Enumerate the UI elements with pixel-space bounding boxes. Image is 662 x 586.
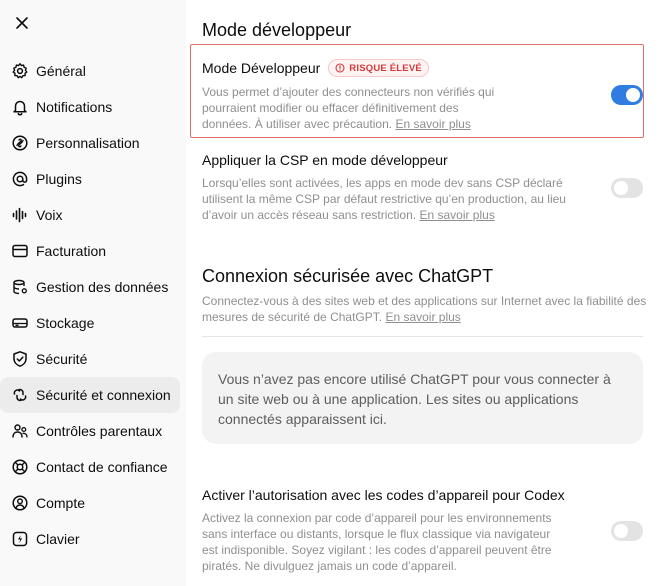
- database-icon: [10, 277, 30, 297]
- bell-icon: [10, 97, 30, 117]
- csp-desc-text: Lorsqu’elles sont activées, les apps en …: [202, 176, 566, 222]
- dev-mode-description: Vous permet d’ajouter des connecteurs no…: [202, 84, 502, 132]
- connected-sites-empty-state: Vous n’avez pas encore utilisé ChatGPT p…: [202, 352, 643, 444]
- sidebar-item-storage[interactable]: Stockage: [0, 305, 180, 341]
- sidebar-item-label: Sécurité et connexion: [36, 387, 171, 403]
- sidebar-item-billing[interactable]: Facturation: [0, 233, 180, 269]
- sidebar-item-label: Facturation: [36, 243, 107, 259]
- risk-badge: RISQUE ÉLEVÉ: [328, 59, 429, 77]
- page-title: Mode développeur: [202, 20, 352, 40]
- sidebar-item-label: Notifications: [36, 99, 113, 115]
- secure-login-learn-more-link[interactable]: En savoir plus: [385, 310, 460, 324]
- csp-setting: Appliquer la CSP en mode développeur Lor…: [202, 152, 642, 223]
- sidebar-item-label: Gestion des données: [36, 279, 169, 295]
- secure-login-title: Connexion sécurisée avec ChatGPT: [202, 266, 494, 286]
- lifebuoy-icon: [10, 457, 30, 477]
- csp-learn-more-link[interactable]: En savoir plus: [419, 208, 494, 222]
- device-code-toggle[interactable]: [611, 521, 643, 541]
- csp-title: Appliquer la CSP en mode développeur: [202, 152, 448, 168]
- sidebar-item-label: Général: [36, 63, 86, 79]
- sidebar-item-plugins[interactable]: Plugins: [0, 161, 180, 197]
- sidebar-item-personalization[interactable]: Personnalisation: [0, 125, 180, 161]
- sidebar-item-label: Contrôles parentaux: [36, 423, 163, 439]
- sidebar-item-label: Sécurité: [36, 351, 88, 367]
- toggle-knob: [614, 181, 628, 195]
- link-icon: [10, 385, 30, 405]
- people-icon: [10, 421, 30, 441]
- toggle-knob: [614, 524, 628, 538]
- toggle-knob: [626, 88, 640, 102]
- credit-card-icon: [10, 241, 30, 261]
- sidebar-item-parental-controls[interactable]: Contrôles parentaux: [0, 413, 180, 449]
- user-icon: [10, 493, 30, 513]
- dev-mode-toggle[interactable]: [611, 85, 643, 105]
- settings-main: Mode développeur Mode Développeur RISQUE…: [186, 0, 662, 586]
- sidebar-item-general[interactable]: Général: [0, 53, 180, 89]
- alert-circle-icon: [335, 63, 345, 73]
- divider: [202, 336, 643, 337]
- device-code-description: Activez la connexion par code d’appareil…: [202, 511, 552, 573]
- sidebar-item-label: Clavier: [36, 531, 80, 547]
- sidebar-item-trusted-contact[interactable]: Contact de confiance: [0, 449, 180, 485]
- sidebar-item-notifications[interactable]: Notifications: [0, 89, 180, 125]
- device-code-title: Activer l’autorisation avec les codes d’…: [202, 487, 565, 503]
- sidebar-item-security-login[interactable]: Sécurité et connexion: [0, 377, 180, 413]
- sidebar-item-label: Compte: [36, 495, 86, 511]
- sidebar-item-label: Personnalisation: [36, 135, 140, 151]
- shield-icon: [10, 349, 30, 369]
- dev-mode-learn-more-link[interactable]: En savoir plus: [395, 117, 470, 131]
- sidebar-item-label: Contact de confiance: [36, 459, 168, 475]
- gear-icon: [10, 61, 30, 81]
- device-code-setting: Activer l’autorisation avec les codes d’…: [202, 487, 642, 574]
- waveform-icon: [10, 205, 30, 225]
- sidebar-item-label: Voix: [36, 207, 63, 223]
- swirl-icon: [10, 133, 30, 153]
- storage-icon: [10, 313, 30, 333]
- dev-mode-setting: Mode Développeur RISQUE ÉLEVÉ Vous perme…: [202, 59, 642, 132]
- sidebar-nav: Général Notifications Personnalisation P…: [0, 53, 186, 557]
- dev-mode-title: Mode Développeur: [202, 60, 321, 76]
- settings-sidebar: Général Notifications Personnalisation P…: [0, 0, 186, 586]
- sidebar-item-security[interactable]: Sécurité: [0, 341, 180, 377]
- secure-login-description: Connectez-vous à des sites web et des ap…: [202, 293, 648, 325]
- sidebar-item-label: Plugins: [36, 171, 82, 187]
- keyboard-icon: [10, 529, 30, 549]
- sidebar-item-data-controls[interactable]: Gestion des données: [0, 269, 180, 305]
- csp-toggle[interactable]: [611, 178, 643, 198]
- close-icon[interactable]: [12, 13, 32, 33]
- sidebar-item-account[interactable]: Compte: [0, 485, 180, 521]
- sidebar-item-keyboard[interactable]: Clavier: [0, 521, 180, 557]
- csp-description: Lorsqu’elles sont activées, les apps en …: [202, 175, 572, 223]
- at-icon: [10, 169, 30, 189]
- risk-badge-label: RISQUE ÉLEVÉ: [349, 62, 422, 74]
- sidebar-item-voice[interactable]: Voix: [0, 197, 180, 233]
- sidebar-item-label: Stockage: [36, 315, 95, 331]
